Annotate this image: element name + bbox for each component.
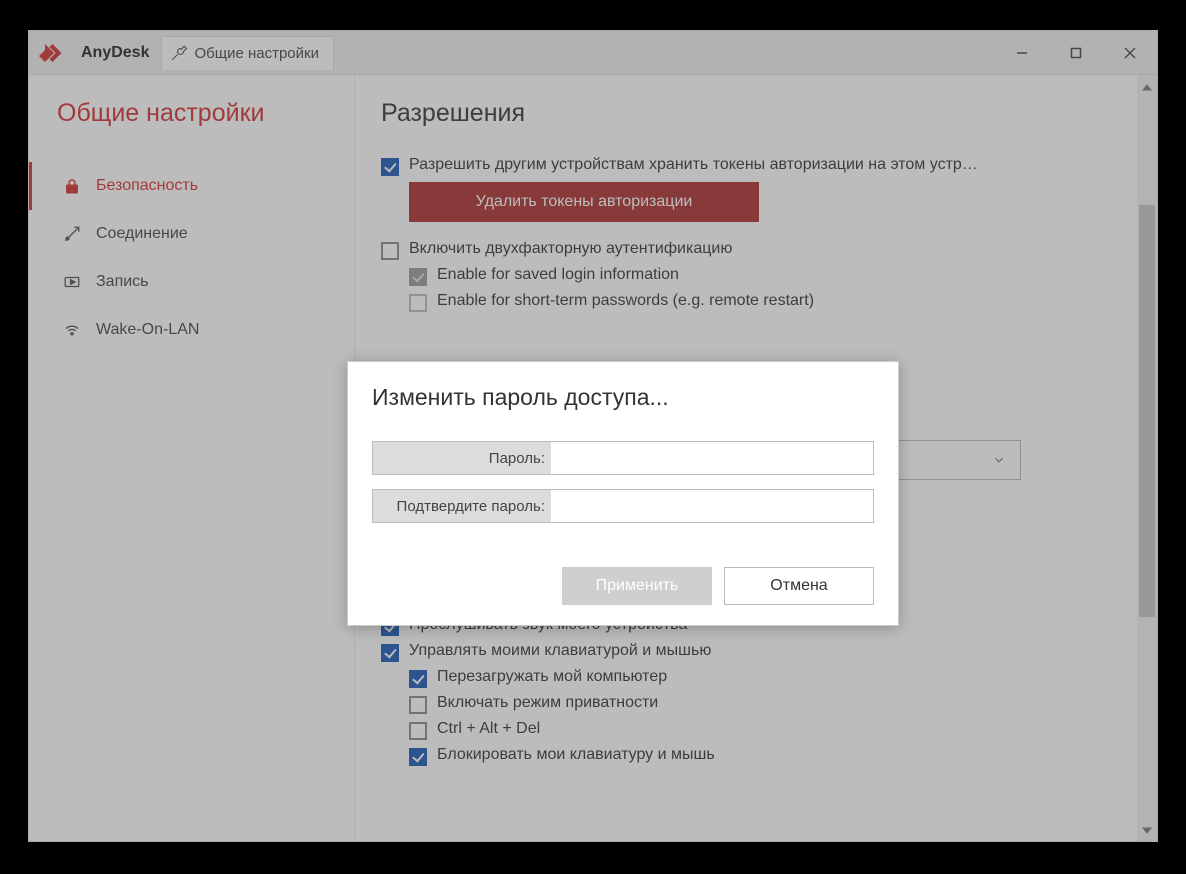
apply-button[interactable]: Применить (562, 567, 712, 605)
change-password-dialog: Изменить пароль доступа... Пароль: Подтв… (347, 361, 899, 626)
password-label: Пароль: (373, 442, 551, 474)
dialog-buttons: Применить Отмена (372, 567, 874, 605)
confirm-label: Подтвердите пароль: (373, 490, 551, 522)
app-window: AnyDesk Общие настройки Общие настройки (28, 30, 1158, 842)
password-input[interactable] (551, 442, 873, 474)
dialog-title: Изменить пароль доступа... (372, 384, 874, 411)
confirm-password-input[interactable] (551, 490, 873, 522)
cancel-button[interactable]: Отмена (724, 567, 874, 605)
password-row: Пароль: (372, 441, 874, 475)
confirm-row: Подтвердите пароль: (372, 489, 874, 523)
